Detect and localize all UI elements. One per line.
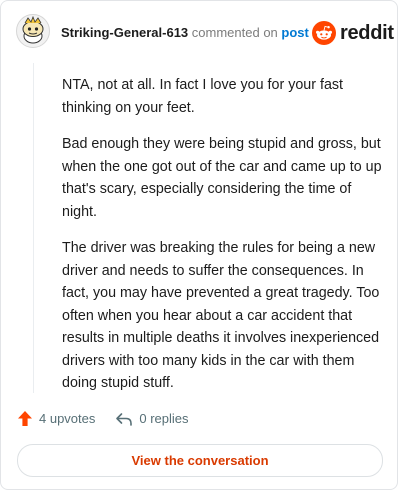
reddit-wordmark: reddit <box>340 21 394 44</box>
replies-button[interactable]: 0 replies <box>115 411 189 427</box>
avatar-icon[interactable] <box>16 14 50 48</box>
comment-header: Striking-General-613 commented on post <box>61 25 309 41</box>
upvote-button[interactable]: 4 upvotes <box>17 410 95 427</box>
reddit-logo[interactable]: reddit <box>312 21 394 45</box>
action-text: commented on <box>191 25 278 40</box>
view-conversation-button[interactable]: View the conversation <box>17 444 383 477</box>
comment-actions: 4 upvotes 0 replies <box>17 410 189 427</box>
upvote-arrow-icon <box>18 411 32 426</box>
author-username[interactable]: Striking-General-613 <box>61 25 188 40</box>
thread-line <box>33 63 34 393</box>
comment-paragraph: Bad enough they were being stupid and gr… <box>62 136 382 220</box>
reply-count: 0 replies <box>139 411 189 426</box>
comment-paragraph: NTA, not at all. In fact I love you for … <box>62 77 344 116</box>
view-conversation-label: View the conversation <box>131 453 269 468</box>
comment-card: Striking-General-613 commented on post r… <box>0 0 398 490</box>
reply-arrow-icon <box>116 412 133 426</box>
reddit-logo-icon <box>312 21 336 45</box>
post-link[interactable]: post <box>281 25 308 40</box>
comment-body: NTA, not at all. In fact I love you for … <box>62 74 384 409</box>
comment-paragraph: The driver was breaking the rules for be… <box>62 240 380 391</box>
upvote-count: 4 upvotes <box>39 411 96 426</box>
